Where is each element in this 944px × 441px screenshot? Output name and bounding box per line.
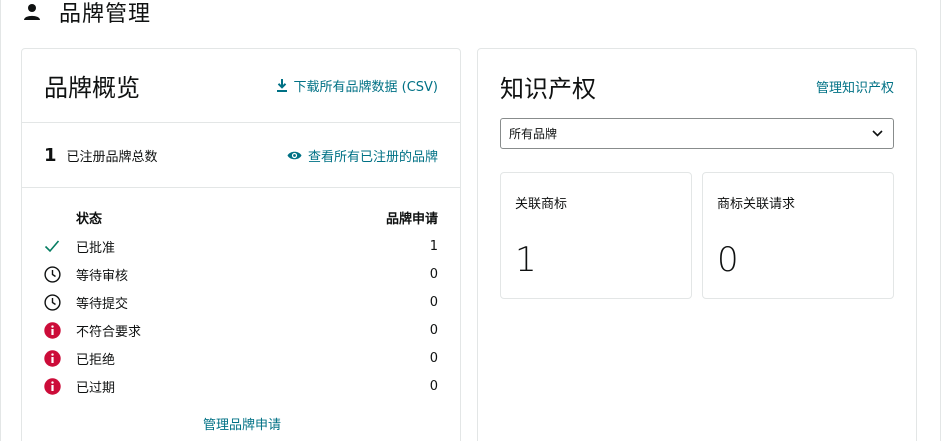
- status-value: 0: [429, 350, 438, 366]
- status-label: 等待提交: [76, 296, 129, 312]
- view-all-brands-label: 查看所有已注册的品牌: [307, 149, 438, 165]
- metric-label: 关联商标: [515, 197, 568, 212]
- page-title: 品牌管理: [59, 2, 152, 27]
- status-label: 不符合要求: [76, 324, 142, 340]
- ip-header: 知识产权 管理知识产权: [478, 49, 916, 123]
- status-label: 等待审核: [76, 268, 129, 284]
- manage-applications-wrap: 管理品牌申请: [22, 414, 462, 433]
- eye-icon: [287, 151, 302, 159]
- download-icon: [276, 79, 287, 92]
- status-value: 0: [429, 322, 438, 338]
- download-csv-link[interactable]: 下载所有品牌数据 (CSV): [276, 76, 439, 95]
- status-row-noncompliant: 不符合要求 0: [44, 316, 438, 344]
- metric-label: 商标关联请求: [717, 197, 796, 212]
- registered-label: 已注册品牌总数: [66, 149, 158, 165]
- status-row-pending-review: 等待审核 0: [44, 260, 438, 288]
- status-value: 0: [429, 378, 438, 394]
- download-csv-label: 下载所有品牌数据 (CSV): [293, 80, 439, 95]
- status-row-pending-submit: 等待提交 0: [44, 288, 438, 316]
- view-all-brands-link[interactable]: 查看所有已注册的品牌: [287, 146, 438, 165]
- metric-value: 1: [515, 240, 537, 280]
- status-label: 已过期: [76, 380, 116, 396]
- person-icon: [24, 4, 40, 20]
- status-label: 已拒绝: [76, 352, 116, 368]
- manage-applications-link[interactable]: 管理品牌申请: [203, 414, 281, 433]
- check-icon: [44, 240, 60, 253]
- alert-icon: [44, 377, 61, 395]
- col-status: 状态: [76, 212, 103, 227]
- brand-filter-value: 所有品牌: [509, 127, 558, 141]
- clock-icon: [44, 293, 61, 311]
- linked-trademarks-card: 关联商标 1: [500, 172, 692, 299]
- brand-overview-title: 品牌概览: [44, 74, 140, 102]
- brand-overview-card: 品牌概览 下载所有品牌数据 (CSV) 1 已注册品牌总数 查看所有已注册的品牌…: [21, 48, 461, 441]
- trademark-link-requests-card: 商标关联请求 0: [702, 172, 894, 299]
- status-row-approved: 已批准 1: [44, 232, 438, 260]
- status-table-header: 状态 品牌申请: [44, 208, 438, 227]
- status-row-rejected: 已拒绝 0: [44, 344, 438, 372]
- col-applications: 品牌申请: [385, 212, 438, 227]
- brand-overview-header: 品牌概览 下载所有品牌数据 (CSV): [22, 49, 460, 123]
- manage-ip-link[interactable]: 管理知识产权: [816, 77, 894, 96]
- status-value: 1: [429, 238, 438, 254]
- status-value: 0: [429, 266, 438, 282]
- ip-card: 知识产权 管理知识产权 所有品牌 关联商标 1 商标关联请求 0: [477, 48, 917, 441]
- registered-brands-row: 1 已注册品牌总数 查看所有已注册的品牌: [22, 123, 460, 188]
- metric-value: 0: [717, 240, 739, 280]
- status-label: 已批准: [76, 240, 116, 256]
- status-value: 0: [429, 294, 438, 310]
- chevron-down-icon: [872, 130, 883, 137]
- clock-icon: [44, 265, 61, 283]
- brand-filter-select[interactable]: 所有品牌: [500, 118, 894, 149]
- registered-count: 1: [44, 144, 57, 166]
- alert-icon: [44, 349, 61, 367]
- page-header: 品牌管理: [22, 0, 151, 28]
- alert-icon: [44, 321, 61, 339]
- status-table: 状态 品牌申请 已批准 1 等待审核 0 等待提交 0 不符合要求 0 已拒绝 …: [22, 188, 460, 400]
- ip-title: 知识产权: [500, 74, 596, 103]
- status-row-expired: 已过期 0: [44, 372, 438, 400]
